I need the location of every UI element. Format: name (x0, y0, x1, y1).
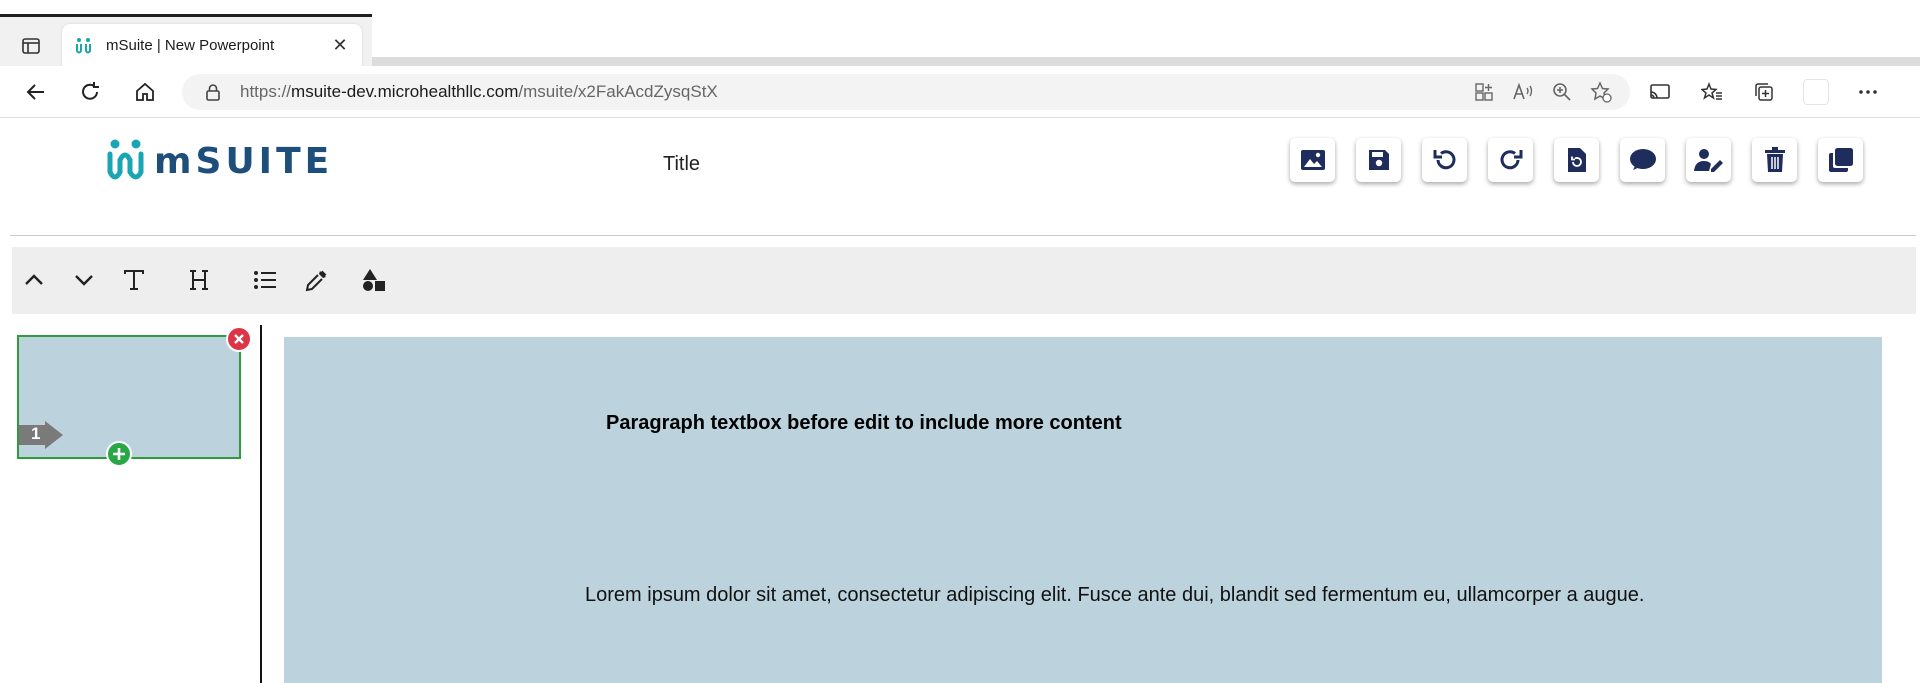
image-icon (1300, 150, 1325, 170)
profile-avatar[interactable] (1796, 76, 1836, 108)
heading-icon (190, 270, 208, 290)
app-available-icon[interactable] (1474, 82, 1494, 102)
delete-slide-icon[interactable] (226, 326, 252, 352)
url-text[interactable]: https://msuite-dev.microhealthllc.com/ms… (240, 82, 718, 102)
color-picker-button[interactable] (297, 260, 337, 300)
comment-icon (1629, 149, 1656, 170)
duplicate-button[interactable] (1818, 138, 1863, 182)
delete-button[interactable] (1752, 138, 1797, 182)
home-icon (136, 82, 154, 101)
editor-toolbar (12, 247, 1916, 314)
paragraph-body-textbox[interactable]: Lorem ipsum dolor sit amet, consectetur … (585, 584, 1644, 607)
msuite-favicon-icon (74, 36, 94, 56)
browser-tab-active[interactable]: mSuite | New Powerpoint ✕ (62, 24, 362, 67)
home-button[interactable] (127, 76, 163, 108)
slide-thumbnail[interactable]: 1 (17, 335, 241, 459)
refresh-icon (82, 82, 99, 100)
save-button[interactable] (1356, 138, 1401, 182)
copy-icon (1828, 148, 1853, 172)
chevron-up-icon (25, 274, 43, 285)
msuite-logo-icon (107, 139, 144, 180)
add-heading-button[interactable] (179, 260, 219, 300)
add-shape-button[interactable] (354, 260, 394, 300)
refresh-button[interactable] (72, 76, 108, 108)
trash-icon (1764, 147, 1785, 172)
header-divider (10, 235, 1916, 236)
browser-tab-strip: mSuite | New Powerpoint ✕ (0, 0, 1920, 67)
list-icon (254, 271, 276, 289)
text-icon (124, 270, 144, 290)
chevron-down-icon (75, 275, 93, 286)
add-text-button[interactable] (114, 260, 154, 300)
tab-close-icon[interactable]: ✕ (330, 35, 350, 56)
restore-file-button[interactable] (1554, 138, 1599, 182)
shapes-icon (363, 269, 385, 291)
app-header: mSUITE Title (0, 118, 1920, 236)
save-icon (1368, 150, 1389, 170)
edit-user-button[interactable] (1686, 138, 1731, 182)
read-aloud-icon[interactable] (1512, 82, 1534, 102)
back-arrow-icon (26, 84, 44, 100)
back-button[interactable] (18, 76, 54, 108)
paragraph-title-textbox[interactable]: Paragraph textbox before edit to include… (606, 412, 1122, 435)
move-down-button[interactable] (64, 260, 104, 300)
tab-actions-icon (22, 38, 40, 54)
tab-strip-rail (372, 57, 1920, 66)
undo-button[interactable] (1422, 138, 1467, 182)
move-up-button[interactable] (14, 260, 54, 300)
slide-canvas[interactable]: Paragraph textbox before edit to include… (284, 337, 1882, 683)
document-title[interactable]: Title (663, 153, 700, 176)
url-host: msuite-dev.microhealthllc.com (291, 82, 519, 101)
add-favorite-icon[interactable] (1590, 81, 1612, 103)
slide-number: 1 (31, 424, 41, 443)
file-restore-icon (1567, 148, 1586, 172)
logo-text: mSUITE (154, 140, 334, 182)
more-options-icon[interactable] (1848, 76, 1888, 108)
zoom-icon[interactable] (1552, 82, 1572, 102)
url-path: /msuite/x2FakAcdZysqStX (518, 82, 718, 101)
cast-icon[interactable] (1640, 76, 1680, 108)
lock-icon[interactable] (204, 82, 224, 102)
browser-right-controls (1640, 76, 1888, 108)
favorites-icon[interactable] (1692, 76, 1732, 108)
document-toolbar (1290, 138, 1863, 182)
url-actions (1474, 74, 1612, 110)
slide-number-marker: 1 (19, 421, 63, 449)
slide-thumbnails-panel: 1 (0, 325, 262, 683)
url-prefix: https:// (240, 82, 292, 101)
collections-icon[interactable] (1744, 76, 1784, 108)
user-edit-icon (1693, 149, 1723, 172)
redo-icon (1500, 150, 1522, 170)
add-list-button[interactable] (245, 260, 285, 300)
eyedropper-icon (305, 270, 327, 292)
comment-button[interactable] (1620, 138, 1665, 182)
tab-title: mSuite | New Powerpoint (106, 37, 275, 54)
tab-actions-button[interactable] (0, 26, 62, 66)
insert-image-button[interactable] (1290, 138, 1335, 182)
undo-icon (1433, 150, 1455, 170)
browser-toolbar: https://msuite-dev.microhealthllc.com/ms… (0, 66, 1920, 118)
add-slide-icon[interactable] (106, 441, 132, 467)
address-bar[interactable]: https://msuite-dev.microhealthllc.com/ms… (182, 74, 1630, 110)
msuite-logo[interactable]: mSUITE (106, 138, 333, 184)
redo-button[interactable] (1488, 138, 1533, 182)
